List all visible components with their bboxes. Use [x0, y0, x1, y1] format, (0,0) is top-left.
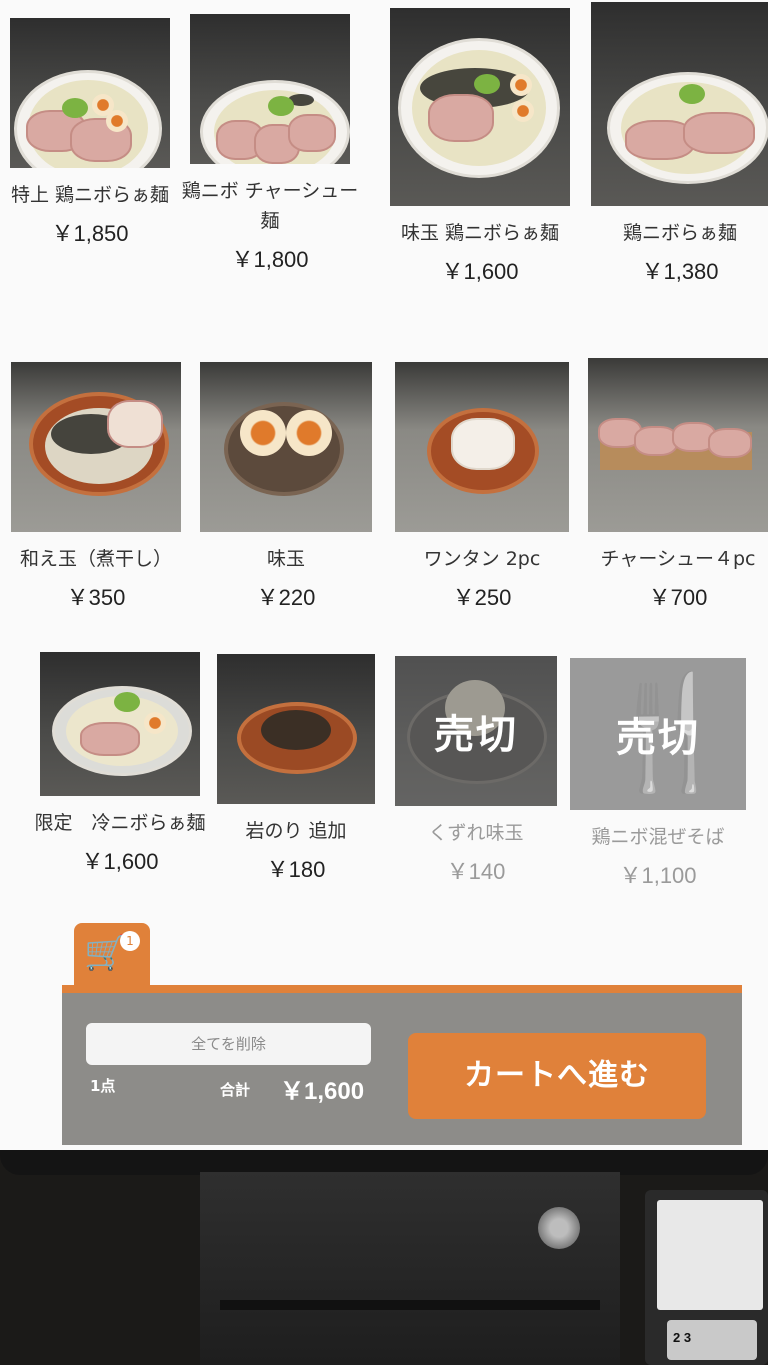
menu-item-name: 限定 冷ニボらぁ麺	[34, 812, 206, 834]
menu-item-tokujo-ramen[interactable]: 特上 鶏ニボらぁ麺 ￥1,850	[0, 18, 180, 248]
menu-item-photo	[190, 14, 350, 164]
menu-item-name: チャーシュー４pc	[600, 548, 756, 570]
menu-item-name: 和え玉（煮干し）	[19, 548, 172, 570]
menu-item-iwanori[interactable]: 岩のり 追加 ￥180	[206, 654, 386, 884]
menu-item-photo	[200, 362, 372, 532]
menu-item-photo	[11, 362, 181, 532]
menu-item-ajitama-ramen[interactable]: 味玉 鶏ニボらぁ麺 ￥1,600	[390, 8, 570, 286]
lock-icon	[538, 1207, 580, 1249]
menu-item-niboshi-ramen[interactable]: 鶏ニボらぁ麺 ￥1,380	[590, 2, 768, 286]
total-label: 合計	[220, 1081, 251, 1099]
menu-item-name: 鶏ニボらぁ麺	[622, 222, 737, 244]
sold-out-overlay: 売切	[570, 658, 746, 810]
kiosk-screen: 特上 鶏ニボらぁ麺 ￥1,850 鶏ニボ チャーシュー麺 ￥1,800 味玉 鶏…	[0, 0, 768, 1150]
menu-item-aedama[interactable]: 和え玉（煮干し） ￥350	[6, 362, 186, 612]
menu-item-name: 特上 鶏ニボらぁ麺	[10, 184, 170, 206]
menu-item-price: ￥350	[66, 585, 126, 610]
menu-item-name: 岩のり 追加	[245, 820, 347, 842]
payment-terminal: 2 3	[645, 1190, 768, 1365]
menu-item-photo: 売切	[395, 656, 557, 806]
menu-item-name: 味玉	[266, 548, 305, 570]
payment-keypad[interactable]: 2 3	[667, 1320, 757, 1360]
sold-out-label: 売切	[616, 715, 700, 761]
menu-item-photo	[217, 654, 375, 804]
menu-item-name: 鶏ニボ混ぜそば	[591, 826, 725, 848]
card-slot	[220, 1300, 600, 1310]
payment-terminal-screen	[657, 1200, 763, 1310]
menu-item-name: 鶏ニボ チャーシュー麺	[181, 180, 359, 232]
menu-item-chashu-4pc[interactable]: チャーシュー４pc ￥700	[588, 358, 768, 612]
sold-out-overlay: 売切	[395, 656, 557, 806]
menu-item-ajitama[interactable]: 味玉 ￥220	[196, 362, 376, 612]
menu-item-mazesoba: 🍴 売切 鶏ニボ混ぜそば ￥1,100	[568, 658, 748, 890]
menu-item-name: 味玉 鶏ニボらぁ麺	[400, 222, 560, 244]
cart-bar: 全てを削除 1点 合計 ￥1,600 カートへ進む	[62, 985, 742, 1145]
menu-item-photo	[591, 2, 768, 206]
menu-item-price: ￥1,380	[641, 259, 719, 284]
menu-item-price: ￥1,100	[619, 863, 697, 888]
menu-item-price: ￥220	[256, 585, 316, 610]
sold-out-label: 売切	[434, 712, 518, 758]
menu-item-price: ￥1,600	[441, 259, 519, 284]
kiosk-body	[200, 1172, 620, 1365]
menu-item-price: ￥700	[648, 585, 708, 610]
menu-item-wonton[interactable]: ワンタン 2pc ￥250	[392, 362, 572, 612]
menu-item-photo	[40, 652, 200, 796]
menu-item-photo	[10, 18, 170, 168]
menu-item-price: ￥250	[452, 585, 512, 610]
menu-item-chashu-ramen[interactable]: 鶏ニボ チャーシュー麺 ￥1,800	[180, 14, 360, 274]
menu-item-photo: 🍴 売切	[570, 658, 746, 810]
cart-tab[interactable]: 🛒 1	[74, 923, 150, 987]
menu-item-photo	[588, 358, 768, 532]
menu-item-price: ￥180	[266, 857, 326, 882]
clear-all-button[interactable]: 全てを削除	[86, 1023, 371, 1065]
menu-item-photo	[395, 362, 569, 532]
checkout-button[interactable]: カートへ進む	[408, 1033, 706, 1119]
menu-item-name: くずれ味玉	[428, 822, 524, 844]
total-value: ￥1,600	[280, 1078, 365, 1105]
menu-item-kuzure-ajitama: 売切 くずれ味玉 ￥140	[386, 656, 566, 886]
menu-item-price: ￥1,800	[231, 247, 309, 272]
menu-item-limited-cold-ramen[interactable]: 限定 冷ニボらぁ麺 ￥1,600	[30, 652, 210, 876]
menu-item-photo	[390, 8, 570, 206]
item-count: 1点	[90, 1077, 116, 1095]
menu-item-price: ￥1,600	[81, 849, 159, 874]
menu-item-price: ￥1,850	[51, 221, 129, 246]
menu-item-name: ワンタン 2pc	[423, 548, 541, 570]
menu-item-price: ￥140	[446, 859, 506, 884]
cart-badge: 1	[120, 931, 140, 951]
